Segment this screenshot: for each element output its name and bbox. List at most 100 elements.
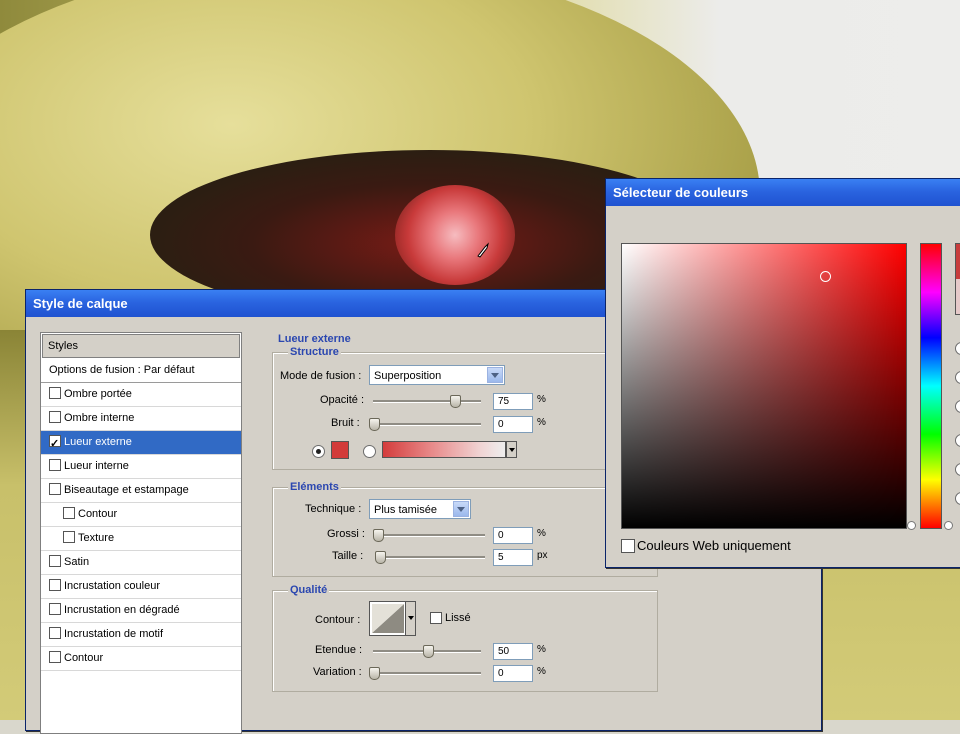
style-checkbox[interactable] bbox=[49, 603, 61, 615]
opacity-slider[interactable] bbox=[373, 395, 481, 408]
color-picker-dialog: Sélecteur de couleurs Couleurs Web uniqu… bbox=[605, 178, 960, 568]
slider-thumb[interactable] bbox=[450, 395, 461, 408]
hue-pointer-left-icon[interactable] bbox=[907, 521, 916, 530]
style-item[interactable]: Lueur externe bbox=[41, 431, 241, 456]
structure-title: Structure bbox=[288, 346, 341, 358]
eye-glow bbox=[395, 185, 515, 285]
slider-thumb[interactable] bbox=[369, 667, 380, 680]
style-checkbox[interactable] bbox=[49, 579, 61, 591]
style-items: Ombre portée Ombre interne Lueur externe Lu… bbox=[41, 383, 241, 671]
style-item-label: Satin bbox=[64, 556, 90, 568]
hue-slider[interactable] bbox=[920, 243, 942, 529]
slider-thumb[interactable] bbox=[369, 418, 380, 431]
slider-track bbox=[373, 400, 481, 403]
style-item-label: Ombre interne bbox=[64, 412, 135, 424]
section-title: Lueur externe bbox=[278, 333, 351, 345]
style-item[interactable]: Contour bbox=[41, 503, 241, 527]
blend-mode-select[interactable]: Superposition bbox=[369, 365, 505, 385]
style-item-label: Contour bbox=[64, 652, 104, 664]
rgb-r-radio[interactable] bbox=[955, 434, 960, 447]
rgb-b-radio[interactable] bbox=[955, 492, 960, 505]
style-item[interactable]: Lueur interne bbox=[41, 455, 241, 479]
style-checkbox[interactable] bbox=[49, 411, 61, 423]
blend-mode-value: Superposition bbox=[374, 370, 442, 382]
glow-color-swatch[interactable] bbox=[331, 441, 349, 459]
hsb-h-radio[interactable] bbox=[955, 342, 960, 355]
range-slider[interactable] bbox=[373, 645, 481, 658]
styles-header[interactable]: Styles bbox=[42, 334, 240, 358]
style-item[interactable]: Ombre portée bbox=[41, 383, 241, 407]
px-unit: px bbox=[537, 550, 548, 561]
style-checkbox[interactable] bbox=[49, 555, 61, 567]
style-item[interactable]: Incrustation couleur bbox=[41, 575, 241, 599]
size-slider[interactable] bbox=[375, 551, 485, 564]
blend-mode-label: Mode de fusion : bbox=[280, 370, 362, 382]
style-item[interactable]: Incrustation de motif bbox=[41, 623, 241, 647]
noise-input[interactable]: 0 bbox=[493, 416, 533, 433]
opacity-input[interactable]: 75 bbox=[493, 393, 533, 410]
slider-track bbox=[373, 423, 481, 426]
style-item[interactable]: Ombre interne bbox=[41, 407, 241, 431]
slider-thumb[interactable] bbox=[373, 529, 384, 542]
range-input[interactable]: 50 bbox=[493, 643, 533, 660]
style-checkbox[interactable] bbox=[49, 387, 61, 399]
style-item-label: Biseautage et estampage bbox=[64, 484, 189, 496]
style-checkbox[interactable] bbox=[49, 483, 61, 495]
percent-unit: % bbox=[537, 417, 546, 428]
style-checkbox[interactable] bbox=[63, 507, 75, 519]
technique-select[interactable]: Plus tamisée bbox=[369, 499, 471, 519]
style-checkbox[interactable] bbox=[49, 433, 61, 456]
spread-slider[interactable] bbox=[373, 529, 485, 542]
contour-curve-icon bbox=[372, 604, 404, 633]
contour-dropdown[interactable] bbox=[405, 601, 416, 636]
style-item[interactable]: Incrustation en dégradé bbox=[41, 599, 241, 623]
rgb-g-radio[interactable] bbox=[955, 463, 960, 476]
hue-pointer-right-icon[interactable] bbox=[944, 521, 953, 530]
style-item-label: Ombre portée bbox=[64, 388, 132, 400]
style-checkbox[interactable] bbox=[49, 651, 61, 663]
chevron-down-icon bbox=[509, 448, 515, 452]
style-item-label: Lueur interne bbox=[64, 460, 129, 472]
style-item[interactable]: Satin bbox=[41, 551, 241, 575]
gradient-radio[interactable] bbox=[363, 445, 376, 458]
style-item[interactable]: Contour bbox=[41, 647, 241, 671]
blend-options-item[interactable]: Options de fusion : Par défaut bbox=[41, 359, 241, 383]
noise-label: Bruit : bbox=[331, 417, 360, 429]
size-label: Taille : bbox=[332, 550, 364, 562]
style-item[interactable]: Texture bbox=[41, 527, 241, 551]
percent-unit: % bbox=[537, 394, 546, 405]
jitter-slider[interactable] bbox=[369, 667, 481, 680]
gradient-swatch[interactable] bbox=[382, 441, 506, 458]
style-checkbox[interactable] bbox=[49, 627, 61, 639]
jitter-input[interactable]: 0 bbox=[493, 665, 533, 682]
hsb-b-radio[interactable] bbox=[955, 400, 960, 413]
style-checkbox[interactable] bbox=[49, 459, 61, 471]
size-input[interactable]: 5 bbox=[493, 549, 533, 566]
style-item[interactable]: Biseautage et estampage bbox=[41, 479, 241, 503]
web-colors-checkbox[interactable] bbox=[621, 539, 635, 553]
style-item-label: Incrustation en dégradé bbox=[64, 604, 180, 616]
chevron-down-icon bbox=[408, 616, 414, 620]
percent-unit: % bbox=[537, 528, 546, 539]
styles-list: Styles Options de fusion : Par défaut Om… bbox=[40, 332, 242, 734]
slider-track bbox=[377, 556, 485, 559]
style-item-label: Texture bbox=[78, 532, 115, 544]
color-compare-swatch bbox=[955, 243, 960, 315]
spread-input[interactable]: 0 bbox=[493, 527, 533, 544]
color-selector-ring[interactable] bbox=[820, 271, 831, 282]
color-picker-title[interactable]: Sélecteur de couleurs bbox=[606, 179, 960, 206]
chevron-down-icon[interactable] bbox=[487, 367, 503, 383]
hsb-s-radio[interactable] bbox=[955, 371, 960, 384]
antialias-checkbox[interactable] bbox=[430, 612, 442, 624]
solid-color-radio[interactable] bbox=[312, 445, 325, 458]
slider-thumb[interactable] bbox=[375, 551, 387, 564]
noise-slider[interactable] bbox=[369, 418, 481, 431]
style-checkbox[interactable] bbox=[63, 531, 75, 543]
technique-value: Plus tamisée bbox=[374, 504, 437, 516]
gradient-dropdown[interactable] bbox=[506, 441, 517, 458]
style-item-label: Incrustation couleur bbox=[64, 580, 160, 592]
chevron-down-icon[interactable] bbox=[453, 501, 469, 517]
contour-preview[interactable] bbox=[369, 601, 407, 636]
color-field[interactable] bbox=[621, 243, 907, 529]
slider-thumb[interactable] bbox=[423, 645, 434, 658]
